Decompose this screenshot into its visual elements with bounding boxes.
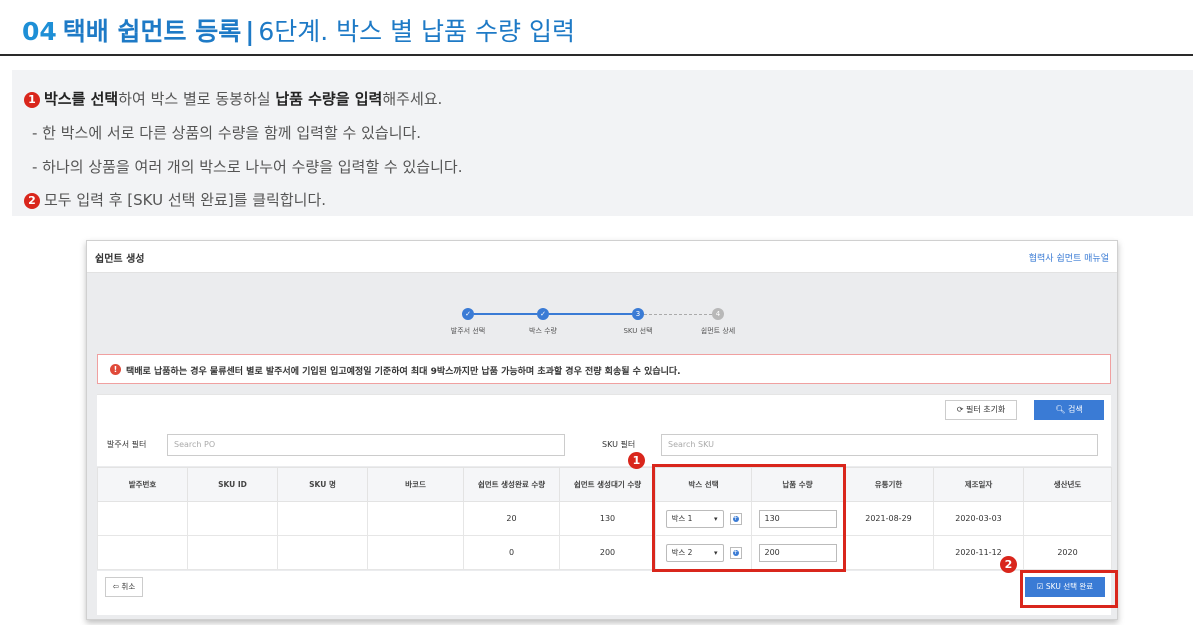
- table-row: 0 200 박스 2 ▾ + 200 2020-11-12 2020: [97, 535, 1112, 570]
- instruction-line-4: 2 모두 입력 후 [SKU 선택 완료]를 클릭합니다.: [24, 189, 326, 210]
- instruction-text: 해주세요.: [382, 90, 443, 108]
- column-header: 생산년도: [1023, 467, 1112, 502]
- step-connector: [549, 313, 632, 315]
- header-divider: [0, 54, 1193, 56]
- annotation-badge-2: 2: [1000, 556, 1017, 573]
- manual-link[interactable]: 협력사 쉽먼트 매뉴얼: [1029, 251, 1109, 264]
- search-icon: 🔍︎: [1055, 405, 1068, 414]
- step-3-current: 3: [632, 308, 644, 320]
- column-header: 쉽먼트 생성대기 수량: [559, 467, 656, 502]
- filter-reset-label: 필터 초기화: [965, 405, 1006, 414]
- cell-wait-qty: 200: [559, 535, 656, 570]
- cell-sku-name: [277, 535, 368, 570]
- sku-filter-input[interactable]: Search SKU: [661, 434, 1098, 456]
- step-1-check-icon: ✓: [462, 308, 474, 320]
- column-header: SKU ID: [187, 467, 278, 502]
- column-header: 바코드: [367, 467, 464, 502]
- progress-stepper: ✓ ✓ 3 4 발주서 선택 박스 수량 SKU 선택 쉽먼트 상세: [447, 306, 747, 336]
- cell-expiry: 2021-08-29: [843, 501, 934, 536]
- annotation-badge-1: 1: [628, 452, 645, 469]
- step-badge-2: 2: [24, 193, 40, 209]
- filter-reset-button[interactable]: ⟳ 필터 초기화: [945, 400, 1017, 420]
- cancel-button[interactable]: ⇦ 취소: [105, 577, 143, 597]
- title-separator: |: [245, 17, 255, 46]
- instruction-text: 하여 박스 별로 동봉하실: [118, 90, 276, 108]
- instruction-line-1: 1 박스를 선택하여 박스 별로 동봉하실 납품 수량을 입력해주세요.: [24, 88, 442, 109]
- cell-sku-id: [187, 535, 278, 570]
- cell-done-qty: 0: [463, 535, 560, 570]
- column-header: 발주번호: [97, 467, 188, 502]
- step-badge-1: 1: [24, 92, 40, 108]
- sku-table: 발주번호 SKU ID SKU 명 바코드 쉽먼트 생성완료 수량 쉽먼트 생성…: [97, 467, 1112, 570]
- cell-mfg-date: 2020-03-03: [933, 501, 1024, 536]
- bottom-action-bar: ⇦ 취소 ☑ SKU 선택 완료: [97, 571, 1111, 615]
- po-filter-input[interactable]: Search PO: [167, 434, 565, 456]
- title-subtitle: 6단계. 박스 별 납품 수량 입력: [258, 17, 575, 46]
- column-header: SKU 명: [277, 467, 368, 502]
- instruction-panel: 1 박스를 선택하여 박스 별로 동봉하실 납품 수량을 입력해주세요. - 한 …: [12, 70, 1193, 216]
- sku-filter-label: SKU 필터: [602, 440, 636, 449]
- refresh-icon: ⟳: [956, 405, 966, 414]
- highlight-box-columns: [652, 464, 846, 572]
- po-filter-label: 발주서 필터: [107, 440, 147, 449]
- search-label: 검색: [1067, 405, 1083, 414]
- cell-barcode: [367, 535, 464, 570]
- cell-expiry: [843, 535, 934, 570]
- app-top-bar: 쉽먼트 생성 협력사 쉽먼트 매뉴얼: [87, 241, 1117, 273]
- instruction-bold-qty: 납품 수량을 입력: [275, 90, 383, 108]
- page-title: 04 택배 쉽먼트 등록 | 6단계. 박스 별 납품 수량 입력: [22, 12, 575, 48]
- table-header-row: 발주번호 SKU ID SKU 명 바코드 쉽먼트 생성완료 수량 쉽먼트 생성…: [97, 467, 1112, 502]
- title-main: 택배 쉽먼트 등록: [62, 17, 242, 46]
- app-screenshot: 쉽먼트 생성 협력사 쉽먼트 매뉴얼 ✓ ✓ 3 4 발주서 선택 박스 수량 …: [86, 240, 1118, 620]
- cell-po: [97, 501, 188, 536]
- step-connector-pending: [644, 314, 712, 315]
- alert-text: 택배로 납품하는 경우 물류센터 별로 발주서에 기입된 입고예정일 기준하여 …: [126, 367, 681, 377]
- cell-year: [1023, 501, 1112, 536]
- instruction-line-2: - 한 박스에 서로 다른 상품의 수량을 함께 입력할 수 있습니다.: [32, 124, 422, 142]
- column-header: 쉽먼트 생성완료 수량: [463, 467, 560, 502]
- title-step-number: 04: [22, 17, 57, 46]
- instruction-line-3: - 하나의 상품을 여러 개의 박스로 나누어 수량을 입력할 수 있습니다.: [32, 158, 463, 176]
- column-header: 유통기한: [843, 467, 934, 502]
- cancel-label: 취소: [121, 582, 136, 591]
- step-label: 박스 수량: [529, 327, 557, 335]
- cell-year: 2020: [1023, 535, 1112, 570]
- step-2-check-icon: ✓: [537, 308, 549, 320]
- cell-done-qty: 20: [463, 501, 560, 536]
- alert-icon: !: [110, 364, 121, 375]
- step-connector: [474, 313, 537, 315]
- app-title: 쉽먼트 생성: [95, 254, 145, 265]
- step-4-pending: 4: [712, 308, 724, 320]
- warning-alert: ! 택배로 납품하는 경우 물류센터 별로 발주서에 기입된 입고예정일 기준하…: [97, 354, 1111, 384]
- instruction-text: 모두 입력 후 [SKU 선택 완료]를 클릭합니다.: [44, 191, 327, 209]
- column-header: 제조일자: [933, 467, 1024, 502]
- instruction-bold-box-select: 박스를 선택: [44, 90, 119, 108]
- cell-sku-id: [187, 501, 278, 536]
- cell-barcode: [367, 501, 464, 536]
- cell-wait-qty: 130: [559, 501, 656, 536]
- search-button[interactable]: 🔍︎ 검색: [1034, 400, 1104, 420]
- table-row: 20 130 박스 1 ▾ + 130 2021-08-29 2020-03-03: [97, 501, 1112, 536]
- highlight-box-complete: [1020, 570, 1118, 608]
- cell-sku-name: [277, 501, 368, 536]
- cell-po: [97, 535, 188, 570]
- page-header: 04 택배 쉽먼트 등록 | 6단계. 박스 별 납품 수량 입력: [0, 0, 1193, 58]
- step-label: SKU 선택: [623, 327, 653, 335]
- step-label: 발주서 선택: [450, 327, 486, 335]
- step-label: 쉽먼트 상세: [700, 327, 736, 335]
- filter-area: ⟳ 필터 초기화 🔍︎ 검색 발주서 필터 Search PO SKU 필터 S…: [97, 394, 1111, 466]
